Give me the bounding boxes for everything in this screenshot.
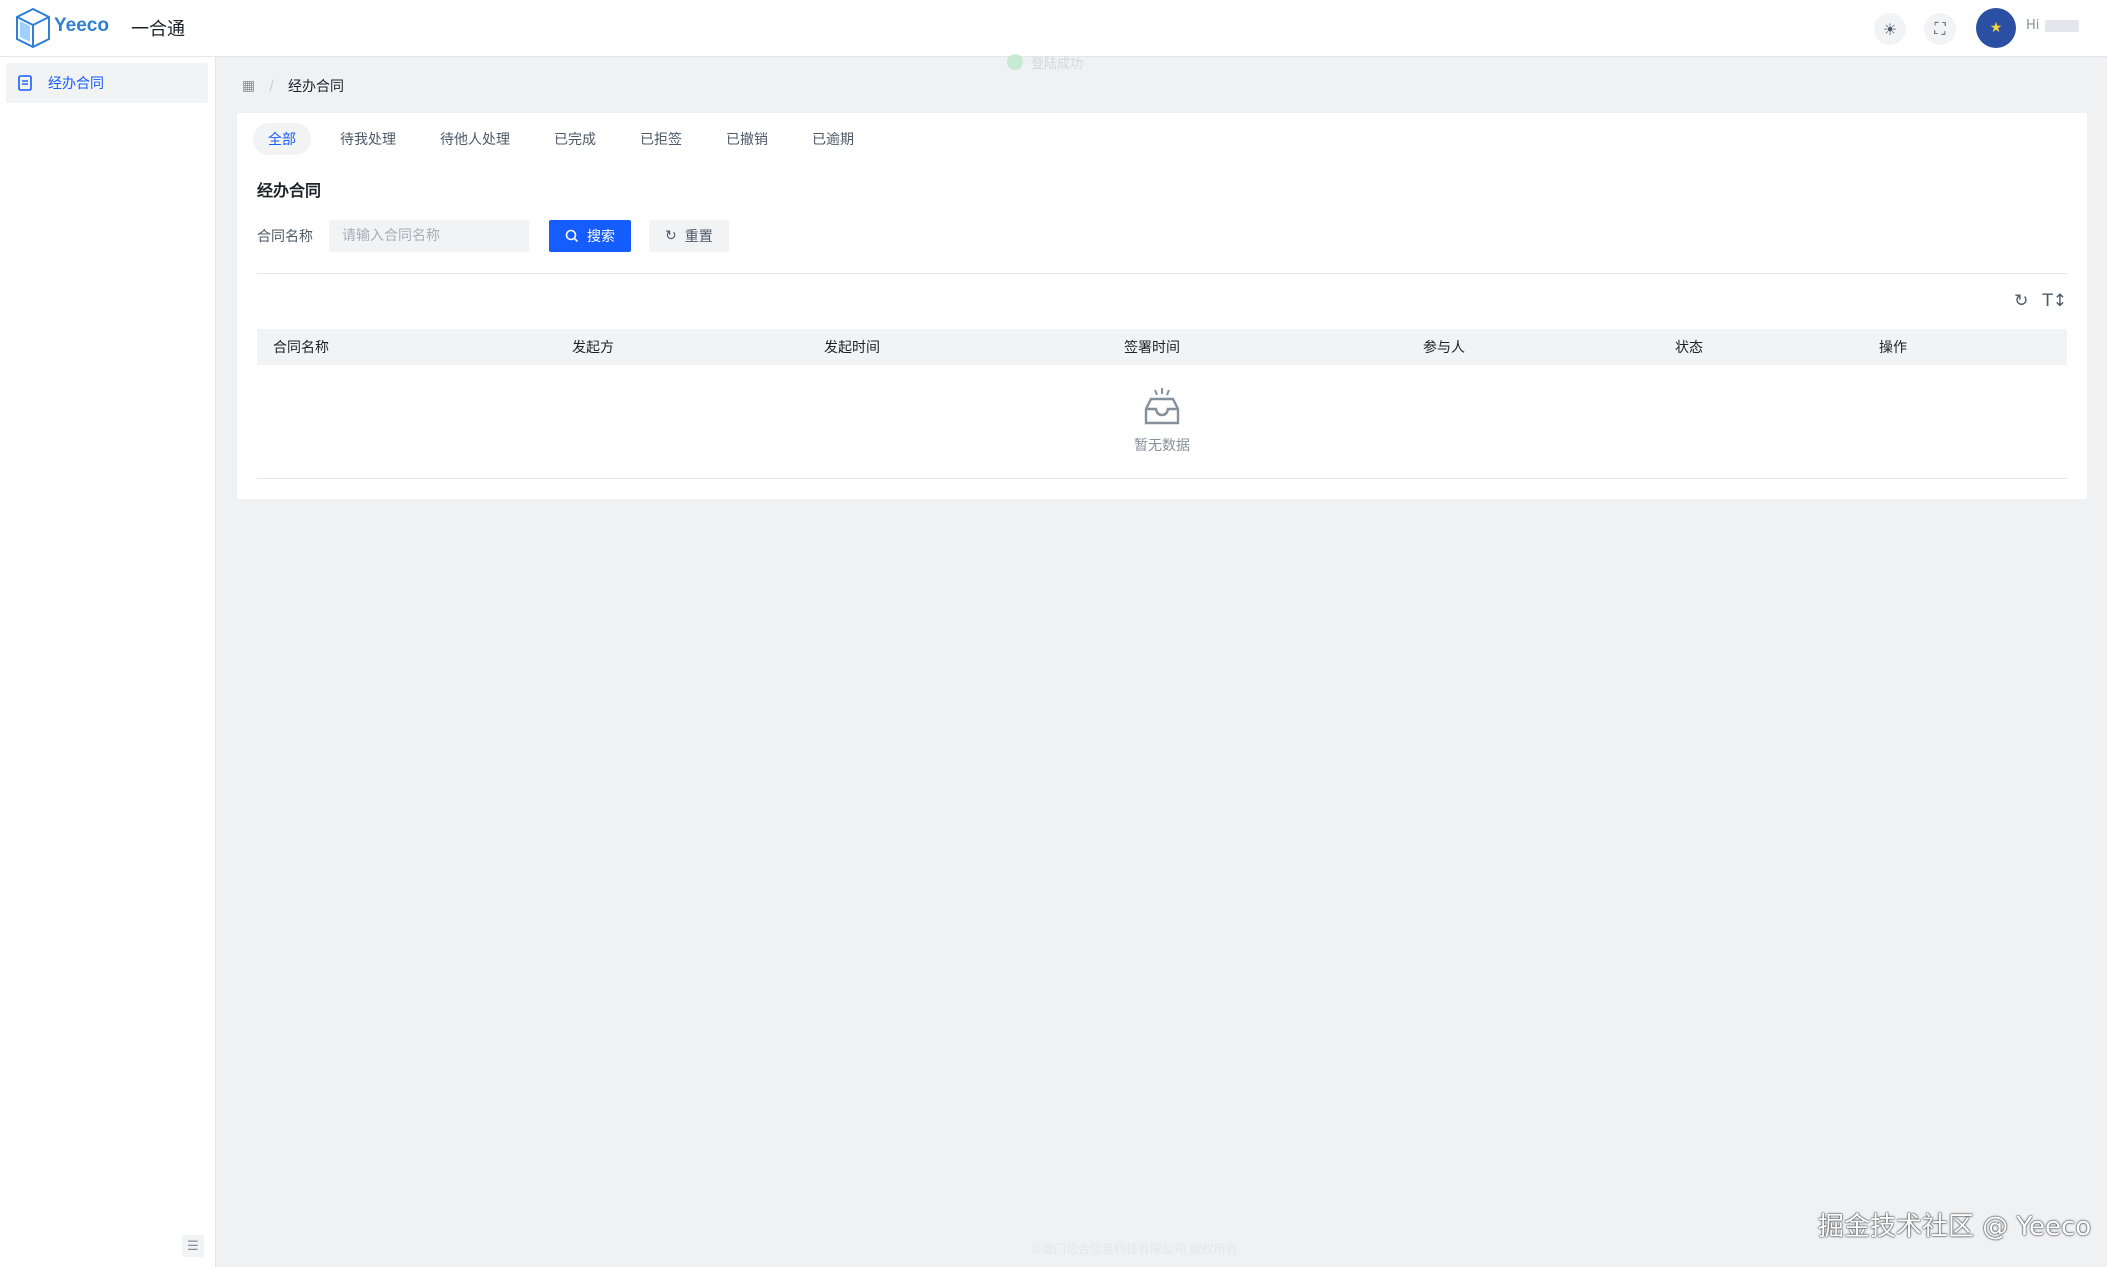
collapse-sidebar-button[interactable]: ☰ (182, 1235, 204, 1257)
svg-text:Yeeco: Yeeco (54, 15, 109, 36)
greeting-text: Hi (2026, 18, 2040, 33)
status-tabs: 全部 待我处理 待他人处理 已完成 已拒签 已撤销 已逾期 (253, 123, 869, 155)
table-header: 合同名称 发起方 发起时间 签署时间 参与人 状态 操作 (257, 329, 2067, 365)
username-redacted (2045, 19, 2080, 32)
column-header: 发起时间 (824, 340, 880, 356)
column-header: 操作 (1879, 340, 1907, 356)
tab-all[interactable]: 全部 (253, 123, 311, 155)
toast-message: 登陆成功 (995, 44, 1109, 80)
reset-button-label: 重置 (684, 229, 713, 245)
search-icon (565, 229, 579, 243)
tab-revoked[interactable]: 已撤销 (711, 123, 783, 155)
collapse-icon: ☰ (187, 1238, 199, 1254)
column-header: 签署时间 (1124, 340, 1180, 356)
empty-inbox-icon (1144, 388, 1180, 425)
table-tools: ↻ T↕ (2014, 291, 2067, 311)
page-title: 经办合同 (257, 181, 322, 200)
fullscreen-icon: ⛶ (1934, 19, 1946, 38)
contract-name-input[interactable] (329, 220, 529, 252)
column-header: 状态 (1675, 340, 1703, 356)
contract-name-label: 合同名称 (257, 229, 313, 245)
column-header: 合同名称 (273, 340, 329, 356)
user-greeting[interactable]: Hi (2026, 18, 2080, 33)
contracts-table: 合同名称 发起方 发起时间 签署时间 参与人 状态 操作 暂无数据 (257, 329, 2067, 479)
empty-state: 暂无数据 (257, 365, 2067, 479)
footer-copyright: ©厦门亿合信息科技有限公司 版权所有 (1030, 1242, 1238, 1256)
tab-overdue[interactable]: 已逾期 (797, 123, 869, 155)
brand[interactable]: Yeeco 一合通 (14, 7, 185, 49)
watermark: 掘金技术社区 @ Yeeco (1818, 1212, 2092, 1242)
app-name: 一合通 (131, 19, 185, 40)
sidebar-item-contracts[interactable]: 经办合同 (6, 63, 208, 103)
column-header: 发起方 (572, 340, 614, 356)
logo-wordmark: Yeeco (54, 15, 109, 36)
cube-logo-icon (16, 7, 50, 49)
tab-rejected[interactable]: 已拒签 (625, 123, 697, 155)
star-icon: ★ (1989, 20, 2003, 36)
breadcrumb-current: 经办合同 (287, 79, 344, 95)
grid-icon[interactable]: ▦ (242, 78, 255, 94)
sidebar-item-label: 经办合同 (48, 76, 104, 92)
contracts-card: 全部 待我处理 待他人处理 已完成 已拒签 已撤销 已逾期 经办合同 合同名称 … (237, 113, 2087, 499)
fullscreen-button[interactable]: ⛶ (1924, 13, 1956, 45)
reset-button[interactable]: ↻ 重置 (649, 220, 729, 252)
refresh-icon[interactable]: ↻ (2014, 291, 2028, 311)
breadcrumb-separator: / (269, 78, 274, 94)
tab-pending-others[interactable]: 待他人处理 (425, 123, 525, 155)
breadcrumb: ▦ / 经办合同 (242, 76, 344, 96)
tab-pending-me[interactable]: 待我处理 (325, 123, 411, 155)
search-button-label: 搜索 (587, 229, 615, 245)
user-avatar[interactable]: ★ (1976, 8, 2016, 48)
app-root: Yeeco 一合通 登陆成功 ☀ ⛶ ★ Hi 经办合同 ☰ ▦ / 经办合同 … (0, 0, 2107, 1267)
search-button[interactable]: 搜索 (549, 220, 631, 252)
success-icon (1007, 54, 1023, 70)
sidebar: 经办合同 ☰ (0, 57, 216, 1267)
document-icon (18, 75, 32, 91)
text-size-icon[interactable]: T↕ (2042, 291, 2067, 311)
column-header: 参与人 (1423, 340, 1465, 356)
theme-toggle-button[interactable]: ☀ (1874, 13, 1906, 45)
tab-completed[interactable]: 已完成 (539, 123, 611, 155)
refresh-icon: ↻ (665, 228, 677, 244)
top-header: Yeeco 一合通 登陆成功 ☀ ⛶ ★ Hi (0, 0, 2107, 72)
divider (257, 273, 2067, 274)
sun-icon: ☀ (1882, 19, 1898, 39)
toast-text: 登陆成功 (1031, 56, 1084, 72)
empty-text: 暂无数据 (1134, 438, 1190, 454)
filter-form: 合同名称 搜索 ↻ 重置 (257, 220, 729, 252)
